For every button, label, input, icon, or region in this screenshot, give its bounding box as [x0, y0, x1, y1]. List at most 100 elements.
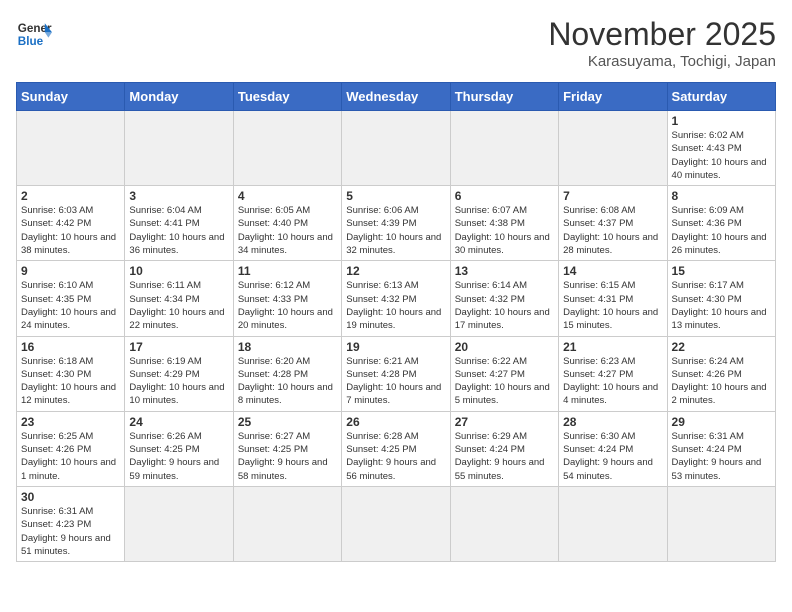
- day-info: Sunrise: 6:31 AMSunset: 4:23 PMDaylight:…: [21, 505, 120, 558]
- day-info: Sunrise: 6:15 AMSunset: 4:31 PMDaylight:…: [563, 279, 662, 332]
- calendar-week-row: 1Sunrise: 6:02 AMSunset: 4:43 PMDaylight…: [17, 111, 776, 186]
- day-number: 23: [21, 415, 120, 429]
- day-info: Sunrise: 6:08 AMSunset: 4:37 PMDaylight:…: [563, 204, 662, 257]
- calendar-day-cell: 18Sunrise: 6:20 AMSunset: 4:28 PMDayligh…: [233, 336, 341, 411]
- calendar-day-cell: 14Sunrise: 6:15 AMSunset: 4:31 PMDayligh…: [559, 261, 667, 336]
- day-info: Sunrise: 6:20 AMSunset: 4:28 PMDaylight:…: [238, 355, 337, 408]
- calendar-day-cell: 7Sunrise: 6:08 AMSunset: 4:37 PMDaylight…: [559, 186, 667, 261]
- day-number: 18: [238, 340, 337, 354]
- day-info: Sunrise: 6:30 AMSunset: 4:24 PMDaylight:…: [563, 430, 662, 483]
- calendar-day-cell: 30Sunrise: 6:31 AMSunset: 4:23 PMDayligh…: [17, 486, 125, 561]
- day-number: 25: [238, 415, 337, 429]
- day-info: Sunrise: 6:24 AMSunset: 4:26 PMDaylight:…: [672, 355, 771, 408]
- title-area: November 2025 Karasuyama, Tochigi, Japan: [548, 16, 776, 70]
- day-info: Sunrise: 6:26 AMSunset: 4:25 PMDaylight:…: [129, 430, 228, 483]
- calendar-subtitle: Karasuyama, Tochigi, Japan: [548, 53, 776, 70]
- day-info: Sunrise: 6:27 AMSunset: 4:25 PMDaylight:…: [238, 430, 337, 483]
- day-info: Sunrise: 6:13 AMSunset: 4:32 PMDaylight:…: [346, 279, 445, 332]
- logo-icon: General Blue: [16, 16, 52, 52]
- day-number: 30: [21, 490, 120, 504]
- calendar-day-cell: [559, 111, 667, 186]
- calendar-day-cell: 25Sunrise: 6:27 AMSunset: 4:25 PMDayligh…: [233, 411, 341, 486]
- day-info: Sunrise: 6:02 AMSunset: 4:43 PMDaylight:…: [672, 129, 771, 182]
- day-info: Sunrise: 6:22 AMSunset: 4:27 PMDaylight:…: [455, 355, 554, 408]
- day-number: 3: [129, 189, 228, 203]
- day-info: Sunrise: 6:06 AMSunset: 4:39 PMDaylight:…: [346, 204, 445, 257]
- day-number: 2: [21, 189, 120, 203]
- weekday-header-thursday: Thursday: [450, 83, 558, 111]
- day-number: 11: [238, 264, 337, 278]
- day-number: 14: [563, 264, 662, 278]
- day-info: Sunrise: 6:29 AMSunset: 4:24 PMDaylight:…: [455, 430, 554, 483]
- weekday-header-friday: Friday: [559, 83, 667, 111]
- calendar-day-cell: 24Sunrise: 6:26 AMSunset: 4:25 PMDayligh…: [125, 411, 233, 486]
- weekday-header-saturday: Saturday: [667, 83, 775, 111]
- calendar-day-cell: 21Sunrise: 6:23 AMSunset: 4:27 PMDayligh…: [559, 336, 667, 411]
- calendar-day-cell: [450, 486, 558, 561]
- day-number: 20: [455, 340, 554, 354]
- day-info: Sunrise: 6:28 AMSunset: 4:25 PMDaylight:…: [346, 430, 445, 483]
- header: General Blue November 2025 Karasuyama, T…: [16, 16, 776, 70]
- day-number: 7: [563, 189, 662, 203]
- day-number: 26: [346, 415, 445, 429]
- day-info: Sunrise: 6:31 AMSunset: 4:24 PMDaylight:…: [672, 430, 771, 483]
- calendar-week-row: 30Sunrise: 6:31 AMSunset: 4:23 PMDayligh…: [17, 486, 776, 561]
- day-number: 22: [672, 340, 771, 354]
- calendar-day-cell: 27Sunrise: 6:29 AMSunset: 4:24 PMDayligh…: [450, 411, 558, 486]
- day-info: Sunrise: 6:10 AMSunset: 4:35 PMDaylight:…: [21, 279, 120, 332]
- weekday-header-sunday: Sunday: [17, 83, 125, 111]
- calendar-week-row: 9Sunrise: 6:10 AMSunset: 4:35 PMDaylight…: [17, 261, 776, 336]
- calendar-day-cell: [559, 486, 667, 561]
- day-number: 6: [455, 189, 554, 203]
- day-number: 8: [672, 189, 771, 203]
- calendar-day-cell: 16Sunrise: 6:18 AMSunset: 4:30 PMDayligh…: [17, 336, 125, 411]
- calendar-day-cell: 11Sunrise: 6:12 AMSunset: 4:33 PMDayligh…: [233, 261, 341, 336]
- day-info: Sunrise: 6:12 AMSunset: 4:33 PMDaylight:…: [238, 279, 337, 332]
- calendar-day-cell: [125, 486, 233, 561]
- day-info: Sunrise: 6:05 AMSunset: 4:40 PMDaylight:…: [238, 204, 337, 257]
- weekday-header-monday: Monday: [125, 83, 233, 111]
- day-info: Sunrise: 6:19 AMSunset: 4:29 PMDaylight:…: [129, 355, 228, 408]
- day-info: Sunrise: 6:21 AMSunset: 4:28 PMDaylight:…: [346, 355, 445, 408]
- day-number: 24: [129, 415, 228, 429]
- day-info: Sunrise: 6:17 AMSunset: 4:30 PMDaylight:…: [672, 279, 771, 332]
- calendar-day-cell: 10Sunrise: 6:11 AMSunset: 4:34 PMDayligh…: [125, 261, 233, 336]
- day-info: Sunrise: 6:11 AMSunset: 4:34 PMDaylight:…: [129, 279, 228, 332]
- calendar-day-cell: 9Sunrise: 6:10 AMSunset: 4:35 PMDaylight…: [17, 261, 125, 336]
- calendar-day-cell: [450, 111, 558, 186]
- day-number: 1: [672, 114, 771, 128]
- calendar-day-cell: 13Sunrise: 6:14 AMSunset: 4:32 PMDayligh…: [450, 261, 558, 336]
- day-number: 19: [346, 340, 445, 354]
- day-number: 4: [238, 189, 337, 203]
- day-number: 12: [346, 264, 445, 278]
- day-number: 5: [346, 189, 445, 203]
- day-number: 27: [455, 415, 554, 429]
- calendar-day-cell: 5Sunrise: 6:06 AMSunset: 4:39 PMDaylight…: [342, 186, 450, 261]
- calendar-day-cell: [125, 111, 233, 186]
- day-info: Sunrise: 6:18 AMSunset: 4:30 PMDaylight:…: [21, 355, 120, 408]
- calendar-day-cell: 29Sunrise: 6:31 AMSunset: 4:24 PMDayligh…: [667, 411, 775, 486]
- calendar-day-cell: [342, 111, 450, 186]
- day-number: 21: [563, 340, 662, 354]
- day-number: 15: [672, 264, 771, 278]
- day-number: 10: [129, 264, 228, 278]
- logo: General Blue: [16, 16, 52, 52]
- calendar-day-cell: 6Sunrise: 6:07 AMSunset: 4:38 PMDaylight…: [450, 186, 558, 261]
- calendar-day-cell: [233, 486, 341, 561]
- calendar-week-row: 2Sunrise: 6:03 AMSunset: 4:42 PMDaylight…: [17, 186, 776, 261]
- day-info: Sunrise: 6:25 AMSunset: 4:26 PMDaylight:…: [21, 430, 120, 483]
- day-info: Sunrise: 6:03 AMSunset: 4:42 PMDaylight:…: [21, 204, 120, 257]
- calendar-day-cell: 8Sunrise: 6:09 AMSunset: 4:36 PMDaylight…: [667, 186, 775, 261]
- calendar-day-cell: 19Sunrise: 6:21 AMSunset: 4:28 PMDayligh…: [342, 336, 450, 411]
- day-info: Sunrise: 6:23 AMSunset: 4:27 PMDaylight:…: [563, 355, 662, 408]
- calendar-day-cell: 2Sunrise: 6:03 AMSunset: 4:42 PMDaylight…: [17, 186, 125, 261]
- day-number: 17: [129, 340, 228, 354]
- day-number: 9: [21, 264, 120, 278]
- calendar-day-cell: [17, 111, 125, 186]
- day-info: Sunrise: 6:07 AMSunset: 4:38 PMDaylight:…: [455, 204, 554, 257]
- day-number: 16: [21, 340, 120, 354]
- calendar-title: November 2025: [548, 16, 776, 53]
- svg-text:Blue: Blue: [18, 35, 44, 48]
- calendar-day-cell: 28Sunrise: 6:30 AMSunset: 4:24 PMDayligh…: [559, 411, 667, 486]
- weekday-header-row: SundayMondayTuesdayWednesdayThursdayFrid…: [17, 83, 776, 111]
